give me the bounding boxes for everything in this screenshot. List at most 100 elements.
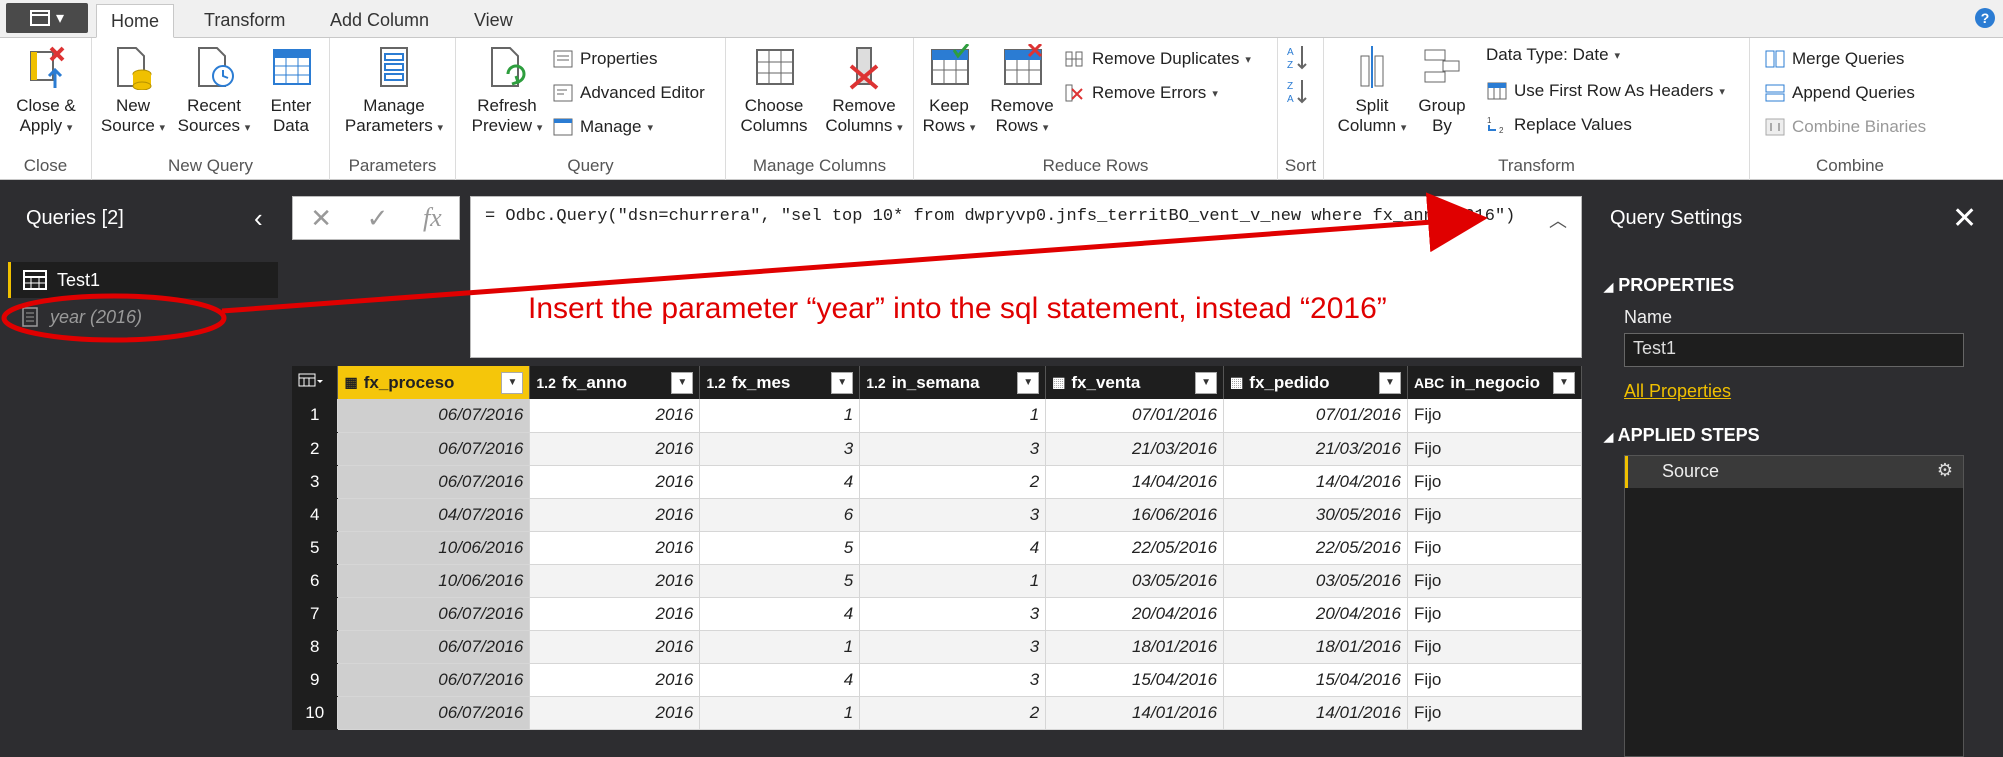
row-number[interactable]: 10	[292, 696, 339, 730]
table-corner-button[interactable]	[292, 366, 339, 399]
column-header[interactable]: ▦ fx_pedido ▼	[1223, 366, 1408, 399]
column-header[interactable]: 1.2 fx_anno ▼	[529, 366, 701, 399]
split-column-button[interactable]: Split Column ▾	[1334, 44, 1410, 138]
annotation-text: Insert the parameter “year” into the sql…	[528, 292, 1387, 325]
tab-home[interactable]: Home	[96, 4, 175, 38]
manage-parameters-button[interactable]: Manage Parameters ▾	[338, 44, 450, 138]
filter-dropdown-icon[interactable]: ▼	[501, 371, 524, 394]
new-source-button[interactable]: New Source ▾	[98, 44, 168, 138]
column-header[interactable]: ▦ fx_proceso ▼	[337, 366, 531, 399]
use-first-row-headers-button[interactable]: Use First Row As Headers ▾	[1486, 78, 1725, 104]
cancel-icon[interactable]: ✕	[310, 203, 332, 234]
headers-icon	[1487, 82, 1507, 100]
chevron-left-icon[interactable]: ‹	[254, 203, 263, 234]
recent-sources-button[interactable]: Recent Sources ▾	[176, 44, 252, 138]
name-label: Name	[1624, 307, 1673, 327]
table-row[interactable]: 2 06/07/2016 2016 3 3 21/03/2016 21/03/2016 Fij…	[292, 432, 1583, 466]
remove-duplicates-button[interactable]: Remove Duplicates ▾	[1064, 46, 1251, 72]
enter-data-button[interactable]: Enter Data	[258, 44, 324, 136]
replace-values-button[interactable]: 12 Replace Values	[1486, 112, 1632, 138]
applied-steps-section[interactable]: ◢ APPLIED STEPS	[1604, 425, 1760, 446]
refresh-icon	[491, 47, 526, 87]
gear-icon[interactable]: ⚙	[1937, 460, 1953, 481]
sort-descending-button[interactable]: ZA	[1286, 78, 1308, 104]
group-transform: Split Column ▾ Group By Data Type: Date …	[1324, 38, 1750, 180]
table-row[interactable]: 9 06/07/2016 2016 4 3 15/04/2016 15/04/2016 Fij…	[292, 663, 1583, 697]
chevron-up-icon[interactable]: ︿	[1549, 207, 1567, 233]
group-label-transform: Transform	[1498, 156, 1575, 175]
formula-text[interactable]: = Odbc.Query("dsn=churrera", "sel top 10…	[485, 207, 1515, 226]
row-number[interactable]: 4	[292, 498, 339, 532]
remove-rows-button[interactable]: Remove Rows ▾	[984, 44, 1060, 138]
row-number[interactable]: 5	[292, 531, 339, 565]
formula-buttons: ✕ ✓ fx	[292, 196, 460, 240]
filter-dropdown-icon[interactable]: ▼	[671, 371, 694, 394]
row-number[interactable]: 9	[292, 663, 339, 697]
table-row[interactable]: 3 06/07/2016 2016 4 2 14/04/2016 14/04/2016 Fij…	[292, 465, 1583, 499]
close-apply-button[interactable]: Close & Apply ▾	[10, 44, 82, 138]
filter-dropdown-icon[interactable]: ▼	[831, 371, 854, 394]
column-header[interactable]: ▦ fx_venta ▼	[1045, 366, 1225, 399]
table-row[interactable]: 6 10/06/2016 2016 5 1 03/05/2016 03/05/2016 Fij…	[292, 564, 1583, 598]
table-row[interactable]: 1 06/07/2016 2016 1 1 07/01/2016 07/01/2016 Fij…	[292, 399, 1583, 433]
table-cell: 2016	[529, 597, 701, 631]
merge-queries-button[interactable]: Merge Queries	[1764, 46, 1904, 72]
commit-icon[interactable]: ✓	[367, 203, 389, 234]
row-number[interactable]: 6	[292, 564, 339, 598]
tab-transform[interactable]: Transform	[190, 4, 299, 38]
remove-errors-button[interactable]: Remove Errors ▾	[1064, 80, 1218, 106]
refresh-preview-button[interactable]: Refresh Preview ▾	[466, 44, 548, 138]
table-row[interactable]: 8 06/07/2016 2016 1 3 18/01/2016 18/01/2016 Fij…	[292, 630, 1583, 664]
tab-view[interactable]: View	[460, 4, 527, 38]
sort-ascending-button[interactable]: AZ	[1286, 44, 1308, 70]
table-cell: 06/07/2016	[337, 696, 531, 730]
close-icon[interactable]: ✕	[1952, 201, 1977, 236]
keep-rows-button[interactable]: Keep Rows ▾	[916, 44, 982, 138]
all-properties-link[interactable]: All Properties	[1624, 381, 1731, 402]
filter-dropdown-icon[interactable]: ▼	[1553, 371, 1575, 394]
column-header[interactable]: 1.2 in_semana ▼	[859, 366, 1047, 399]
table-cell: 3	[859, 432, 1047, 466]
row-number[interactable]: 2	[292, 432, 339, 466]
table-row[interactable]: 5 10/06/2016 2016 5 4 22/05/2016 22/05/2016 Fij…	[292, 531, 1583, 565]
remove-columns-button[interactable]: Remove Columns ▾	[818, 44, 910, 138]
row-number[interactable]: 7	[292, 597, 339, 631]
table-row[interactable]: 4 04/07/2016 2016 6 3 16/06/2016 30/05/2016 Fij…	[292, 498, 1583, 532]
question-icon[interactable]: ?	[1975, 8, 1995, 28]
row-number[interactable]: 3	[292, 465, 339, 499]
data-preview-grid: ▦ fx_proceso ▼ 1.2 fx_anno ▼ 1.2 fx_mes ▼ 1.2 i…	[292, 366, 1583, 730]
query-item-year[interactable]: year (2016)	[8, 299, 278, 335]
grid-body: 1 06/07/2016 2016 1 1 07/01/2016 07/01/2016 Fij…	[292, 399, 1583, 730]
advanced-editor-button[interactable]: Advanced Editor	[552, 80, 705, 106]
properties-section[interactable]: ◢ PROPERTIES	[1604, 275, 1734, 296]
query-settings-title: Query Settings	[1610, 207, 1743, 229]
properties-button[interactable]: Properties	[552, 46, 657, 72]
query-name-input[interactable]: Test1	[1624, 333, 1964, 367]
choose-columns-button[interactable]: Choose Columns	[734, 44, 814, 136]
formula-bar[interactable]: = Odbc.Query("dsn=churrera", "sel top 10…	[470, 196, 1582, 358]
tab-add-column[interactable]: Add Column	[316, 4, 443, 38]
column-header[interactable]: ABC in_negocio ▼	[1407, 366, 1583, 399]
combine-binaries-button[interactable]: Combine Binaries	[1764, 114, 1926, 140]
filter-dropdown-icon[interactable]: ▼	[1195, 371, 1218, 394]
row-number[interactable]: 8	[292, 630, 339, 664]
data-type-select[interactable]: Data Type: Date ▾	[1486, 42, 1620, 68]
remove-columns-icon	[849, 47, 879, 90]
file-menu-button[interactable]: ▾	[6, 3, 88, 33]
group-label-manage-columns: Manage Columns	[752, 156, 887, 175]
step-item-source[interactable]: Source ⚙	[1625, 456, 1963, 488]
append-queries-button[interactable]: Append Queries	[1764, 80, 1915, 106]
column-header[interactable]: 1.2 fx_mes ▼	[699, 366, 861, 399]
row-number[interactable]: 1	[292, 399, 339, 433]
table-row[interactable]: 7 06/07/2016 2016 4 3 20/04/2016 20/04/2016 Fij…	[292, 597, 1583, 631]
group-by-button[interactable]: Group By	[1414, 44, 1470, 136]
filter-dropdown-icon[interactable]: ▼	[1378, 371, 1401, 394]
table-cell: 30/05/2016	[1223, 498, 1408, 532]
table-row[interactable]: 10 06/07/2016 2016 1 2 14/01/2016 14/01/2016 Fi…	[292, 696, 1583, 730]
fx-icon[interactable]: fx	[423, 203, 442, 233]
manage-query-button[interactable]: Manage ▾	[552, 114, 653, 140]
filter-dropdown-icon[interactable]: ▼	[1017, 371, 1040, 394]
table-cell: 3	[859, 597, 1047, 631]
query-item-test1[interactable]: Test1	[8, 262, 278, 298]
table-cell: 06/07/2016	[337, 432, 531, 466]
